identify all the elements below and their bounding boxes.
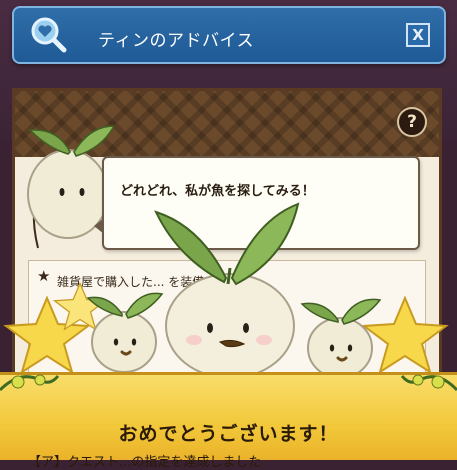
star-icon: ★ <box>37 267 51 285</box>
speech-tail <box>94 218 104 234</box>
speech-text: どれどれ、私が魚を探してみる！ <box>120 184 315 199</box>
tin-character-main <box>154 202 300 378</box>
close-button[interactable]: X <box>406 23 430 47</box>
tin-character-small-right <box>300 298 382 379</box>
search-heart-icon <box>31 17 67 53</box>
banner-subtitle: 【ア】クエスト...の指定を達成しました <box>28 455 262 470</box>
vine-decoration-left <box>0 374 60 392</box>
vine-decoration-right <box>400 374 457 392</box>
title-bar: ティンのアドバイス X <box>12 6 446 64</box>
congrats-banner: おめでとうございます！ 【ア】クエスト...の指定を達成しました <box>0 372 457 470</box>
help-button[interactable]: ? <box>397 107 427 137</box>
window-title: ティンのアドバイス <box>98 31 254 51</box>
tin-character-left <box>27 125 114 249</box>
banner-title: おめでとうございます！ <box>118 423 339 445</box>
